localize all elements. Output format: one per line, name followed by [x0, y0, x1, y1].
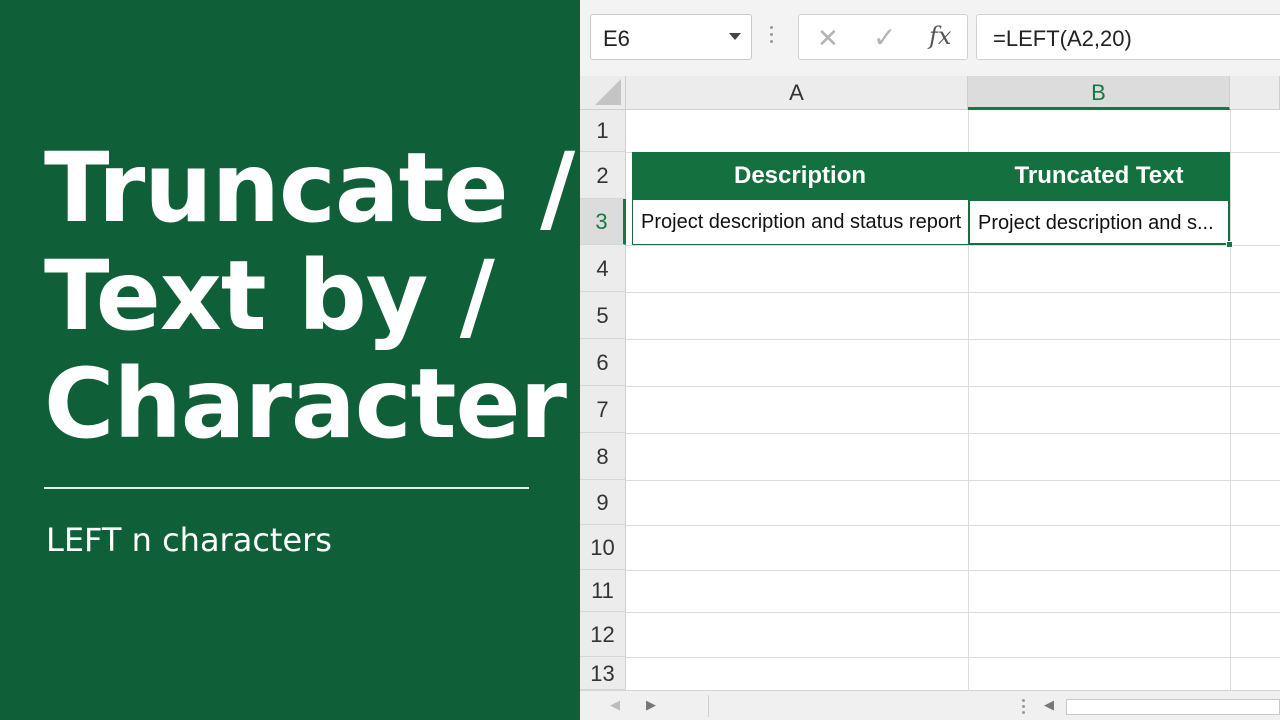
sheet-nav-right-icon[interactable]: ▶	[646, 697, 656, 713]
title-divider	[44, 487, 529, 489]
row-header-11[interactable]: 11	[580, 570, 626, 612]
sheet-nav-left-icon[interactable]: ◀	[610, 697, 620, 713]
row-header-8[interactable]: 8	[580, 433, 626, 480]
name-box-value: E6	[603, 26, 630, 51]
formula-buttons: ✕ ✓ fx	[798, 14, 968, 60]
gridline	[626, 657, 1280, 658]
row-header-2[interactable]: 2	[580, 152, 626, 199]
row-header-13[interactable]: 13	[580, 657, 626, 690]
header-cell-truncated-text[interactable]: Truncated Text	[968, 152, 1230, 199]
gridline	[626, 570, 1280, 571]
header-cell-description[interactable]: Description	[632, 152, 968, 199]
cell-a3[interactable]: Project description and status report	[632, 199, 969, 245]
gridline	[626, 480, 1280, 481]
row-header-9[interactable]: 9	[580, 480, 626, 525]
cell-grid[interactable]: A B 1 2 3 4 5 6 7 8 9 10 11 12 13 Descri…	[580, 76, 1280, 690]
column-header-b[interactable]: B	[968, 76, 1230, 110]
row-header-3[interactable]: 3	[580, 199, 626, 245]
row-header-7[interactable]: 7	[580, 386, 626, 433]
column-header-a[interactable]: A	[626, 76, 968, 110]
title-line-3: Character	[44, 348, 567, 460]
title-line-1: Truncate /	[44, 132, 575, 244]
resize-handle-icon[interactable]	[770, 26, 774, 48]
cell-b3[interactable]: Project description and s...	[968, 199, 1230, 245]
gridline	[626, 612, 1280, 613]
formula-bar: E6 ✕ ✓ fx =LEFT(A2,20)	[580, 0, 1280, 76]
gridline	[1230, 110, 1231, 690]
title-banner: Truncate / Text by / Character LEFT n ch…	[0, 0, 580, 720]
x-icon[interactable]: ✕	[817, 23, 839, 54]
column-header-c[interactable]	[1230, 76, 1280, 110]
gridline	[626, 386, 1280, 387]
row-header-12[interactable]: 12	[580, 612, 626, 657]
horizontal-scrollbar[interactable]	[1066, 699, 1280, 715]
gridline	[626, 292, 1280, 293]
row-header-10[interactable]: 10	[580, 525, 626, 570]
chevron-down-icon[interactable]	[729, 33, 741, 40]
checkmark-icon[interactable]: ✓	[873, 21, 896, 54]
name-box[interactable]: E6	[590, 14, 752, 60]
subtitle: LEFT n characters	[46, 521, 332, 559]
formula-input[interactable]: =LEFT(A2,20)	[976, 14, 1280, 60]
status-bar: ◀ ▶ ◀	[580, 690, 1280, 720]
row-header-4[interactable]: 4	[580, 245, 626, 292]
gridline	[626, 245, 1280, 246]
row-header-5[interactable]: 5	[580, 292, 626, 339]
spreadsheet: E6 ✕ ✓ fx =LEFT(A2,20) A B 1 2 3 4 5 6 7…	[580, 0, 1280, 720]
gridline	[626, 525, 1280, 526]
fx-icon[interactable]: fx	[929, 22, 951, 50]
gridline	[626, 339, 1280, 340]
select-all-corner[interactable]	[580, 76, 626, 110]
triangle-icon	[595, 79, 621, 105]
row-header-1[interactable]: 1	[580, 110, 626, 152]
resize-handle-icon[interactable]	[1022, 699, 1025, 717]
fill-handle[interactable]	[1226, 241, 1233, 248]
scroll-left-icon[interactable]: ◀	[1044, 697, 1054, 713]
gridline	[626, 433, 1280, 434]
separator	[708, 695, 709, 717]
title-line-2: Text by /	[44, 240, 495, 352]
row-header-6[interactable]: 6	[580, 339, 626, 386]
formula-text: =LEFT(A2,20)	[993, 26, 1132, 51]
